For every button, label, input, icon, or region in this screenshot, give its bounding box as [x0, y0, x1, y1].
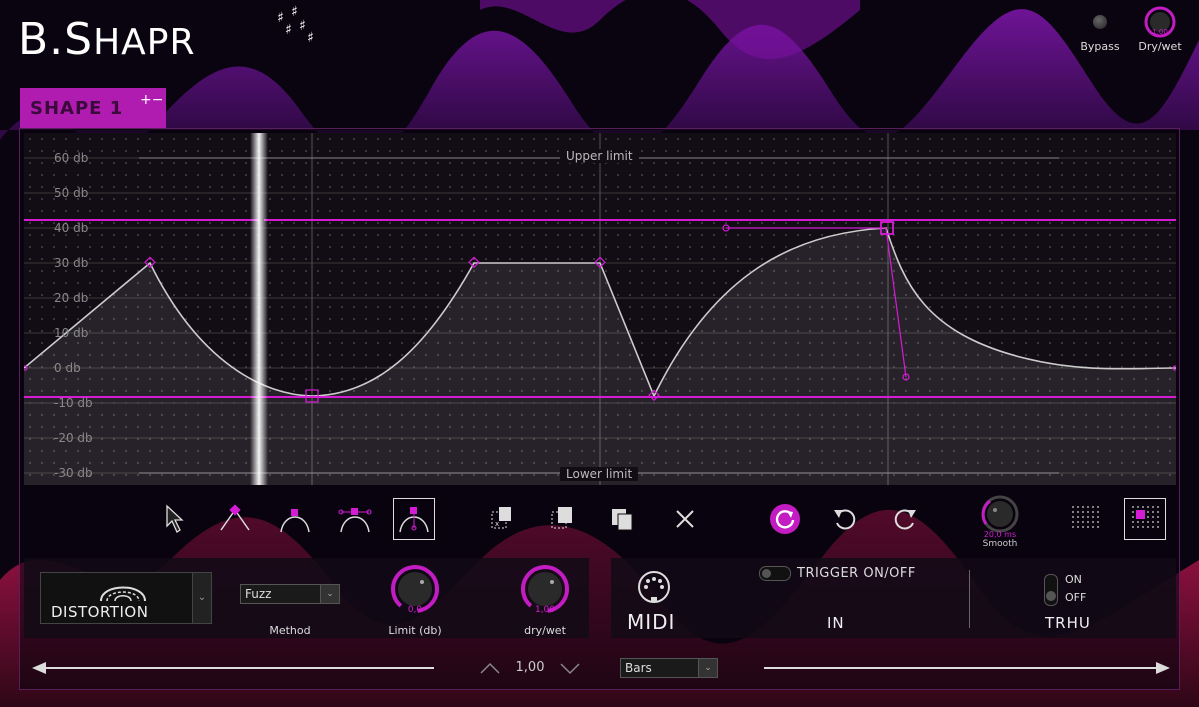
limit-value: 0,0 [407, 605, 423, 615]
copy-button[interactable] [542, 498, 584, 540]
pointer-icon [166, 504, 184, 533]
paste-button[interactable] [602, 498, 644, 540]
smooth-point-button[interactable] [274, 498, 316, 540]
smooth-point-icon [280, 509, 310, 533]
trigger-toggle[interactable] [759, 566, 791, 581]
smooth-value: 20,0 ms [983, 530, 1017, 539]
bypass-label: Bypass [1080, 40, 1120, 53]
effect-drywet-value: 1,00 [534, 605, 556, 615]
reset-icon [770, 504, 800, 534]
step-up-button[interactable] [478, 658, 502, 678]
add-remove-shape-button[interactable]: +− [140, 92, 163, 108]
shape-graph[interactable]: 60 db 50 db 40 db 30 db 20 db 10 db 0 db… [22, 133, 1178, 485]
step-bar: 1,00 Bars ⌄ [24, 650, 1176, 686]
linear-point-icon [220, 504, 250, 531]
midi-connector-icon [638, 571, 670, 603]
unit-value: Bars [625, 661, 652, 675]
bypass-control[interactable]: Bypass [1070, 6, 1130, 53]
step-down-button[interactable] [558, 658, 582, 678]
copy-icon [551, 507, 572, 529]
chevron-down-icon: ⌄ [698, 659, 717, 677]
right-arrow-line [764, 662, 1170, 674]
midi-thru-label: TRHU [1045, 614, 1091, 632]
midi-in-label: IN [827, 614, 845, 632]
symmetric-point-button[interactable] [334, 498, 376, 540]
effect-panel: DISTORTION ⌄ Fuzz ⌄ Method 0,0 Limit (db… [24, 558, 589, 638]
off-label: OFF [1065, 591, 1087, 604]
lower-limit-label: Lower limit [560, 467, 639, 481]
smooth-control[interactable]: 20,0 ms Smooth [974, 494, 1026, 549]
playhead [250, 133, 268, 485]
drywet-control[interactable]: 1.00 Dry/wet [1130, 6, 1190, 53]
grid-off-button[interactable] [1064, 498, 1106, 540]
app-logo: B.SHAPR [18, 14, 196, 65]
select-tool-button[interactable] [154, 498, 196, 540]
redo-button[interactable] [884, 498, 926, 540]
effect-dropdown-button[interactable]: ⌄ [192, 572, 212, 624]
cut-icon: x [491, 507, 511, 529]
method-value: Fuzz [245, 587, 272, 601]
smooth-knob[interactable] [980, 494, 1020, 534]
snap-grid-icon [1132, 506, 1159, 528]
cut-button[interactable]: x [482, 498, 524, 540]
limit-label: Limit (db) [388, 624, 442, 637]
on-label: ON [1065, 573, 1082, 586]
redo-icon [894, 509, 916, 530]
method-select[interactable]: Fuzz ⌄ [240, 584, 340, 604]
undo-icon [834, 509, 856, 530]
shape-tab[interactable]: SHAPE 1 +− [20, 88, 166, 128]
effect-drywet-label: dry/wet [524, 624, 566, 637]
effect-name: DISTORTION [51, 603, 149, 621]
shape-tab-label: SHAPE 1 [30, 98, 124, 119]
linear-point-button[interactable] [214, 498, 256, 540]
step-value: 1,00 [515, 660, 545, 675]
unit-select[interactable]: Bars ⌄ [620, 658, 718, 678]
upper-limit-label: Upper limit [560, 149, 639, 163]
drywet-value: 1.00 [1152, 28, 1168, 36]
chevron-down-icon: ⌄ [320, 585, 339, 603]
edit-toolbar: x 20,0 ms Smooth [24, 490, 1176, 549]
reset-button[interactable] [764, 498, 806, 540]
paste-icon [612, 509, 633, 531]
shape-graph-svg [22, 133, 1178, 485]
drywet-label: Dry/wet [1138, 40, 1182, 53]
smooth-label: Smooth [982, 539, 1018, 549]
divider [969, 570, 970, 628]
midi-label: MIDI [627, 610, 676, 634]
undo-button[interactable] [824, 498, 866, 540]
trigger-label: TRIGGER ON/OFF [797, 566, 916, 581]
midi-panel: MIDI TRIGGER ON/OFF IN ON OFF TRHU [611, 558, 1176, 638]
asymmetric-point-icon [399, 507, 429, 533]
symmetric-point-icon [338, 508, 372, 533]
svg-text:x: x [495, 520, 499, 528]
asymmetric-point-button[interactable] [393, 498, 435, 540]
snap-grid-button[interactable] [1124, 498, 1166, 540]
left-arrow-line [32, 662, 434, 674]
delete-button[interactable] [664, 498, 706, 540]
bypass-button[interactable] [1093, 15, 1107, 29]
distortion-logo-icon [100, 586, 146, 602]
effect-selector[interactable]: DISTORTION [40, 572, 212, 624]
sharps-logo-ornament: ♯ ♯ ♯ ♯ ♯ [277, 4, 314, 46]
thru-switch[interactable] [1044, 574, 1058, 606]
grid-dots-icon [1072, 506, 1099, 528]
method-label: Method [269, 624, 311, 637]
close-icon [676, 510, 694, 528]
